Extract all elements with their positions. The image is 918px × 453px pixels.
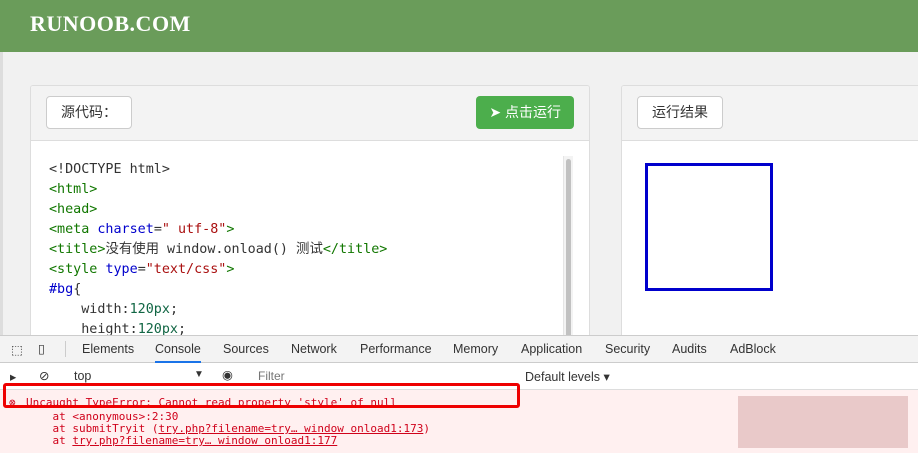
result-panel: 运行结果 [621,85,918,345]
context-select[interactable]: top [74,369,91,383]
code-token: 没有使用 window.onload() 测试 [105,242,323,257]
error-highlight [3,383,520,408]
stack-prefix: at [26,434,73,447]
code-token: width: [49,302,130,317]
tab-memory[interactable]: Memory [453,342,498,356]
clear-console-icon[interactable]: ⊘ [39,368,49,383]
code-token: <head> [49,202,98,217]
tab-application[interactable]: Application [521,342,582,356]
tab-security[interactable]: Security [605,342,650,356]
paper-plane-icon: ➤ [489,104,505,120]
scrollbar-thumb[interactable] [566,159,571,344]
tab-sources[interactable]: Sources [223,342,269,356]
code-token: <style [49,262,106,277]
source-code-label: 源代码： [46,96,132,129]
tab-console[interactable]: Console [155,342,201,363]
stack-link[interactable]: try.php?filename=try… window onload1:177 [72,434,337,447]
code-token: </title> [322,242,388,257]
page-edge [0,52,3,335]
code-token: <html> [49,182,98,197]
code-line: <title>没有使用 window.onload() 测试</title> [49,240,387,260]
default-levels-dropdown[interactable]: Default levels ▾ [525,369,610,384]
code-line: <!DOCTYPE html> [49,160,387,180]
tab-adblock[interactable]: AdBlock [730,342,776,356]
avatar [738,396,908,448]
run-button[interactable]: ➤ 点击运行 [476,96,574,129]
code-editor[interactable]: <!DOCTYPE html> <html> <head> <meta charset… [49,160,387,340]
code-token: <!DOCTYPE html> [49,162,170,177]
site-logo[interactable]: RUNOOB.COM [30,11,191,37]
tab-elements[interactable]: Elements [82,342,134,356]
run-button-label: 点击运行 [505,104,561,120]
site-header: RUNOOB.COM [0,0,918,52]
tab-performance[interactable]: Performance [360,342,432,356]
stack-suffix: ) [423,422,430,435]
code-token: ; [169,302,178,317]
stack-frame: at try.php?filename=try… window onload1:… [26,434,337,447]
code-token: > [226,262,235,277]
code-line: <html> [49,180,387,200]
code-token: <meta [49,222,98,237]
code-token: type [105,262,138,277]
eye-icon[interactable]: ◉ [222,367,233,382]
tab-network[interactable]: Network [291,342,337,356]
code-line: <meta charset=" utf-8"> [49,220,387,240]
bg-box [645,163,773,291]
code-line: #bg{ [49,280,387,300]
code-line: <head> [49,200,387,220]
code-token: = [153,222,162,237]
code-token: charset [97,222,154,237]
editor-scrollbar[interactable] [563,156,573,344]
code-token: #bg [49,282,74,297]
tab-audits[interactable]: Audits [672,342,707,356]
code-token: "text/css" [145,262,227,277]
devtools-tabbar: ⬚ ▯ Elements Console Sources Network Perform… [0,336,918,363]
code-token: " utf-8" [161,222,227,237]
divider [65,341,66,357]
code-token: > [226,222,235,237]
inspect-element-icon[interactable]: ⬚ [11,342,23,357]
sidebar-toggle-icon[interactable]: ▸ [10,369,16,384]
result-panel-header: 运行结果 [622,86,918,141]
code-line: width:120px; [49,300,387,320]
code-line: <style type="text/css"> [49,260,387,280]
code-token: { [73,282,82,297]
source-panel: 源代码： ➤ 点击运行 <!DOCTYPE html> <html> <head> <… [30,85,590,345]
code-token: 120px [129,302,170,317]
device-toolbar-icon[interactable]: ▯ [38,341,45,356]
code-token: = [137,262,146,277]
chevron-down-icon[interactable]: ▼ [194,369,204,380]
code-token: <title> [49,242,106,257]
result-label: 运行结果 [637,96,723,129]
source-panel-header: 源代码： ➤ 点击运行 [31,86,589,141]
